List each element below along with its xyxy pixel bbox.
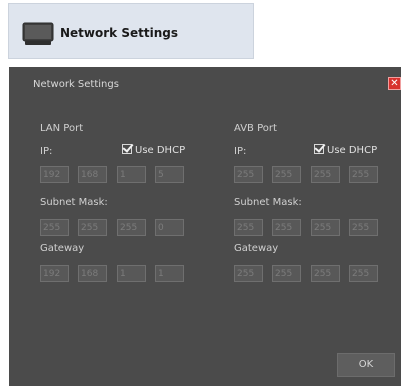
avb-use-dhcp-label: Use DHCP [327,145,378,156]
lan-gateway-octet-1[interactable] [40,265,69,282]
lan-port-title: LAN Port [40,123,84,134]
avb-port-title: AVB Port [234,123,277,134]
lan-mask-octet-4[interactable] [155,219,184,236]
avb-mask-octet-3[interactable] [311,219,340,236]
checkbox-checked-icon [314,144,324,154]
monitor-icon [22,22,54,46]
avb-subnet-mask-label: Subnet Mask: [234,197,302,208]
lan-use-dhcp-checkbox[interactable]: Use DHCP [122,144,185,156]
lan-gateway-octet-3[interactable] [117,265,146,282]
lan-subnet-mask-label: Subnet Mask: [40,197,108,208]
dialog-title: Network Settings [33,79,119,90]
lan-gateway-octet-4[interactable] [155,265,184,282]
avb-gateway-octet-3[interactable] [311,265,340,282]
avb-gateway-label: Gateway [234,243,279,254]
lan-use-dhcp-label: Use DHCP [135,145,186,156]
lan-port-section: LAN Port IP: Use DHCP Subnet Mask: Gatew… [40,119,200,299]
ok-button[interactable]: OK [337,353,395,377]
lan-ip-octet-2[interactable] [78,166,107,183]
lan-ip-octet-1[interactable] [40,166,69,183]
close-icon[interactable]: ✕ [388,77,401,90]
avb-mask-octet-1[interactable] [234,219,263,236]
avb-ip-octet-4[interactable] [349,166,378,183]
page-header: Network Settings [8,3,254,59]
checkbox-checked-icon [122,144,132,154]
lan-mask-octet-1[interactable] [40,219,69,236]
lan-gateway-octet-2[interactable] [78,265,107,282]
avb-use-dhcp-checkbox[interactable]: Use DHCP [314,144,377,156]
avb-gateway-octet-2[interactable] [272,265,301,282]
page-title: Network Settings [60,26,178,40]
lan-gateway-label: Gateway [40,243,85,254]
lan-mask-octet-3[interactable] [117,219,146,236]
lan-mask-octet-2[interactable] [78,219,107,236]
avb-ip-octet-1[interactable] [234,166,263,183]
avb-mask-octet-4[interactable] [349,219,378,236]
avb-ip-label: IP: [234,146,247,157]
lan-ip-octet-3[interactable] [117,166,146,183]
avb-ip-octet-2[interactable] [272,166,301,183]
network-settings-dialog: Network Settings ✕ LAN Port IP: Use DHCP… [9,67,401,386]
avb-ip-octet-3[interactable] [311,166,340,183]
avb-mask-octet-2[interactable] [272,219,301,236]
lan-ip-label: IP: [40,146,53,157]
avb-gateway-octet-1[interactable] [234,265,263,282]
avb-gateway-octet-4[interactable] [349,265,378,282]
lan-ip-octet-4[interactable] [155,166,184,183]
avb-port-section: AVB Port IP: Use DHCP Subnet Mask: Gatew… [234,119,394,299]
